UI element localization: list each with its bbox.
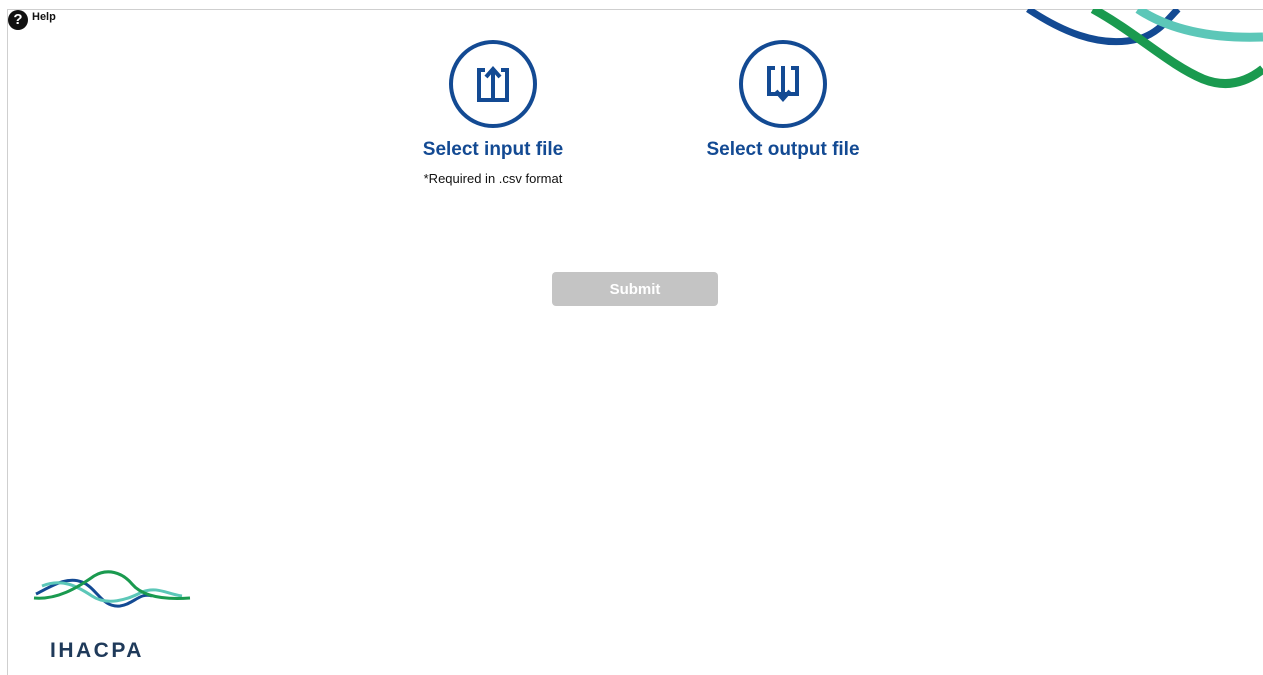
select-output-file[interactable]: Select output file (680, 40, 886, 161)
submit-button[interactable]: Submit (552, 272, 718, 306)
download-file-icon (767, 66, 799, 103)
logo-waves-icon (33, 570, 191, 608)
help-label: Help (32, 11, 56, 23)
app-frame (7, 9, 1263, 675)
upload-file-icon (477, 65, 509, 102)
output-file-circle (739, 40, 827, 128)
question-circle-icon: ? (8, 10, 28, 30)
select-output-file-label: Select output file (706, 139, 860, 160)
input-file-format-note: *Required in .csv format (423, 171, 563, 186)
input-file-circle (449, 40, 537, 128)
logo-text: IHACPA (50, 639, 144, 662)
corner-waves-decoration (1026, 9, 1263, 89)
help-link[interactable]: ? Help (8, 10, 56, 30)
ihacpa-logo: IHACPA (32, 566, 192, 666)
select-input-file[interactable]: Select input file *Required in .csv form… (390, 40, 596, 186)
select-input-file-label: Select input file (422, 139, 564, 160)
